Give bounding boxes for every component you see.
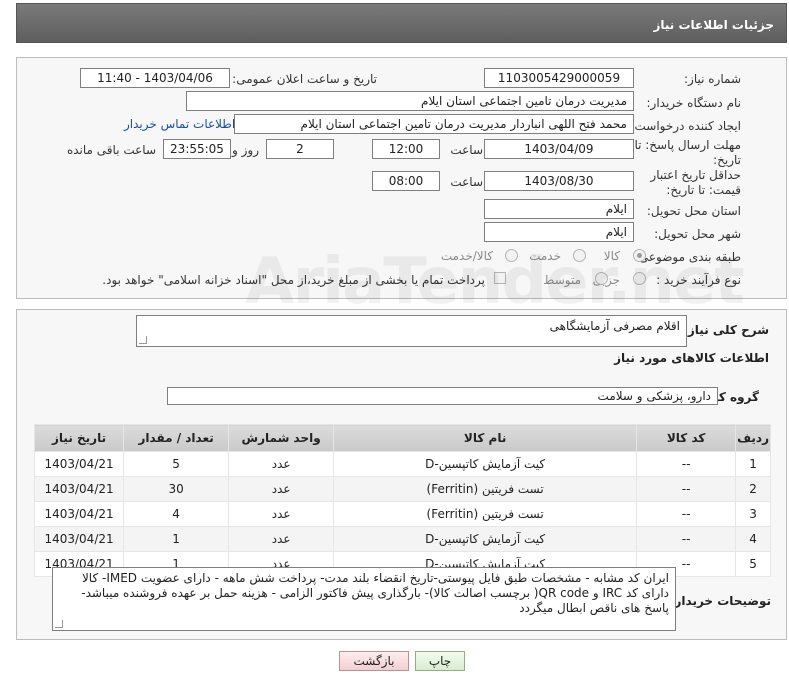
table-row: 4 -- کیت آزمایش کاتپسین-D عدد 1 1403/04/… [33,526,771,552]
deadline-time-word: ساعت [450,143,483,157]
buyer-org-label: نام دستگاه خریدار: [646,96,742,110]
col-code-header: کد کالا [636,424,737,452]
need-date: 1403/04/21 [33,501,125,527]
col-row-header: ردیف [735,424,771,452]
validity-time-word: ساعت [450,175,483,189]
goods-code: -- [636,476,737,502]
city-label: شهر محل تحویل: [654,227,741,241]
remaining-word: ساعت باقی مانده [66,143,156,157]
announce-field: 1403/04/06 - 11:40 [80,68,230,88]
need-date: 1403/04/21 [33,476,125,502]
page-title: جزئیات اطلاعات نیاز [653,18,774,32]
table-row: 3 -- تست فریتین (Ferritin) عدد 4 1403/04… [33,501,771,527]
announce-label: تاریخ و ساعت اعلان عمومی: [232,72,377,86]
col-unit-header: واحد شمارش [228,424,335,452]
items-table: ردیف کد کالا نام کالا واحد شمارش تعداد /… [33,424,771,577]
quantity: 1 [123,526,230,552]
row-number: 3 [735,501,771,527]
back-button[interactable]: بازگشت [339,651,409,671]
row-number: 4 [735,526,771,552]
goods-name: تست فریتین (Ferritin) [333,501,638,527]
buyer-notes-label: توضیحات خریدار: [669,594,771,608]
col-qty-header: تعداد / مقدار [123,424,230,452]
unit: عدد [228,476,335,502]
remaining-time-field: 23:55:05 [163,139,231,159]
watermark-logo: AriaTender.net [245,245,745,319]
goods-info-title: اطلاعات کالاهای مورد نیاز [614,351,769,365]
col-name-header: نام کالا [333,424,638,452]
table-row: 2 -- تست فریتین (Ferritin) عدد 30 1403/0… [33,476,771,502]
description-label: شرح کلی نیاز: [683,323,769,337]
row-number: 1 [735,451,771,477]
goods-name: کیت آزمایش کاتپسین-D [333,451,638,477]
goods-code: -- [636,451,737,477]
validity-time-field: 08:00 [372,171,440,191]
quantity: 5 [123,451,230,477]
quantity: 30 [123,476,230,502]
days-word: روز و [232,143,259,157]
need-number-field: 1103005429000059 [484,68,634,88]
description-text: اقلام مصرفی آزمایشگاهی [549,319,680,333]
days-field: 2 [266,139,334,159]
validity-date-field: 1403/08/30 [484,171,634,191]
goods-group-field: دارو، پزشکی و سلامت [167,387,718,405]
deadline-label: مهلت ارسال پاسخ: تا تاریخ: [634,138,741,167]
page-title-bar: جزئیات اطلاعات نیاز [16,3,787,43]
buyer-notes-text: ایران کد مشابه - مشخصات طبق فایل پیوستی-… [81,571,669,615]
need-date: 1403/04/21 [33,451,125,477]
col-date-header: تاریخ نیاز [33,424,125,452]
need-number-label: شماره نیاز: [684,72,741,86]
unit: عدد [228,526,335,552]
table-row: 1 -- کیت آزمایش کاتپسین-D عدد 5 1403/04/… [33,451,771,477]
goods-code: -- [636,526,737,552]
validity-label: حداقل تاریخ اعتبار قیمت: تا تاریخ: [650,168,741,197]
province-label: استان محل تحویل: [646,204,741,218]
deadline-time-field: 12:00 [372,139,440,159]
city-field: ایلام [484,222,634,242]
buyer-org-field: مدیریت درمان تامین اجتماعی استان ایلام [186,91,634,111]
unit: عدد [228,451,335,477]
table-header-row: ردیف کد کالا نام کالا واحد شمارش تعداد /… [33,424,771,452]
deadline-date-field: 1403/04/09 [484,139,634,159]
province-field: ایلام [484,199,634,219]
resize-handle-icon[interactable] [139,336,147,344]
buyer-notes-field: ایران کد مشابه - مشخصات طبق فایل پیوستی-… [52,567,676,631]
goods-name: تست فریتین (Ferritin) [333,476,638,502]
goods-code: -- [636,501,737,527]
creator-field: محمد فتح اللهی انباردار مدیریت درمان تام… [234,114,634,134]
goods-name: کیت آزمایش کاتپسین-D [333,526,638,552]
row-number: 2 [735,476,771,502]
creator-label: ایجاد کننده درخواست: [630,119,741,133]
resize-handle-icon[interactable] [55,620,63,628]
print-button[interactable]: چاپ [415,651,465,671]
need-date: 1403/04/21 [33,526,125,552]
contact-buyer-link[interactable]: اطلاعات تماس خریدار [124,117,235,131]
description-field: اقلام مصرفی آزمایشگاهی [136,315,687,347]
quantity: 4 [123,501,230,527]
row-number: 5 [735,551,771,577]
unit: عدد [228,501,335,527]
